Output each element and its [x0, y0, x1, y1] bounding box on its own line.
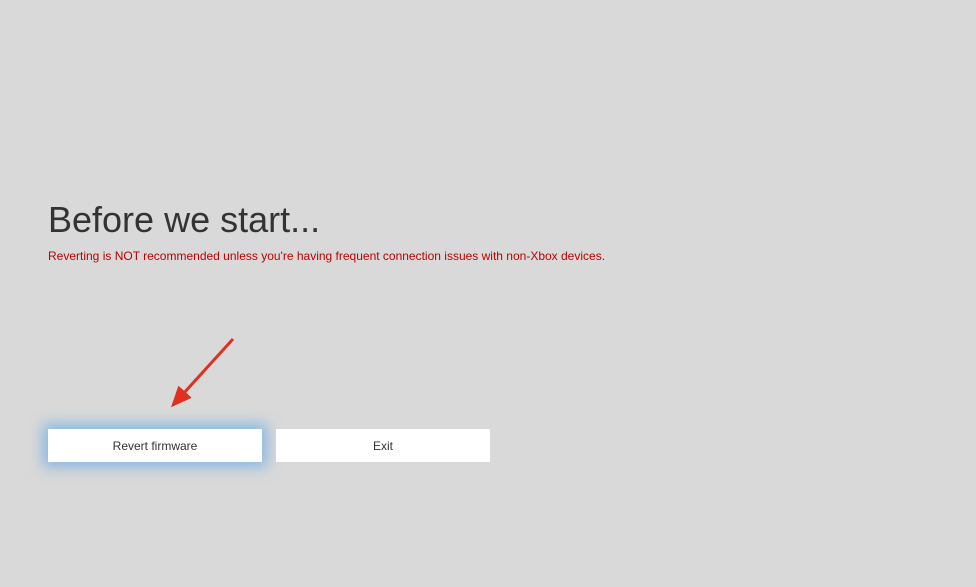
- revert-firmware-button[interactable]: Revert firmware: [48, 429, 262, 462]
- exit-button[interactable]: Exit: [276, 429, 490, 462]
- warning-text: Reverting is NOT recommended unless you'…: [48, 249, 605, 263]
- annotation-arrow-icon: [165, 337, 245, 417]
- dialog-content: Before we start... Reverting is NOT reco…: [48, 198, 605, 263]
- page-title: Before we start...: [48, 198, 605, 241]
- button-row: Revert firmware Exit: [48, 429, 490, 462]
